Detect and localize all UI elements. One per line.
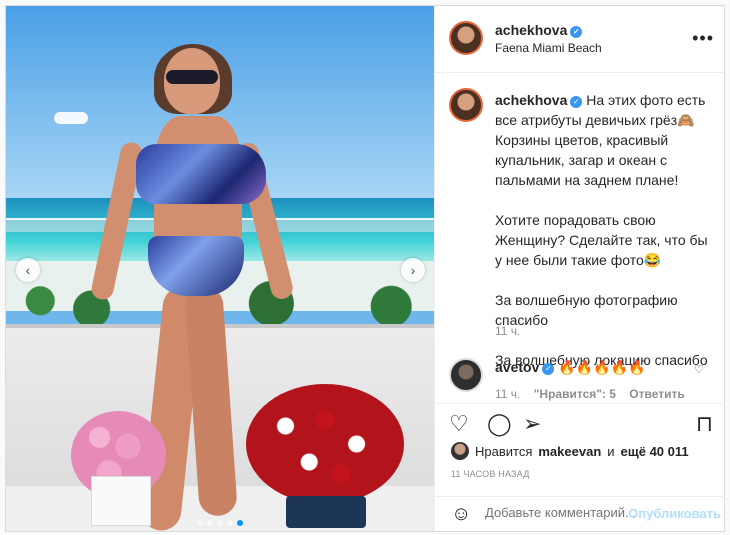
- photo-sunglasses: [166, 70, 218, 84]
- emoji-icon[interactable]: ☺: [451, 503, 471, 525]
- comment-time[interactable]: 11 ч.: [495, 387, 520, 401]
- carousel-dot: [237, 520, 243, 526]
- comment-input[interactable]: [485, 505, 635, 520]
- post-location[interactable]: Faena Miami Beach: [495, 41, 602, 55]
- photo-swimsuit-bottom: [148, 236, 244, 296]
- carousel-dot: [197, 520, 203, 526]
- caption-author-avatar[interactable]: [449, 88, 483, 122]
- post-actions: ♡ ◯ ➢ ⊓: [435, 403, 725, 443]
- carousel-dot: [217, 520, 223, 526]
- comment-bar: ☺ Опубликовать: [435, 496, 725, 531]
- paper-plane-icon[interactable]: ➢: [523, 412, 541, 436]
- carousel-dot: [227, 520, 233, 526]
- comment-bubble-icon[interactable]: ◯: [487, 412, 512, 436]
- bookmark-icon[interactable]: ⊓: [696, 412, 713, 436]
- comment-reply-button[interactable]: Ответить: [629, 387, 684, 401]
- carousel-next-button[interactable]: ›: [401, 258, 425, 282]
- chevron-left-icon: ‹: [25, 262, 31, 278]
- photo-pink-box: [91, 476, 151, 526]
- caption-author[interactable]: achekhova: [495, 92, 567, 108]
- chevron-right-icon: ›: [410, 262, 416, 278]
- comment-text: 🔥🔥🔥🔥🔥: [558, 359, 646, 375]
- comment: avetov ✓ 🔥🔥🔥🔥🔥: [495, 359, 645, 376]
- post-caption: achekhova ✓ На этих фото есть все атрибут…: [495, 90, 717, 370]
- post-container: ‹ › achekhova ✓ Faena Miami Beach ••• ach…: [5, 5, 725, 532]
- photo-cloud: [54, 112, 88, 124]
- verified-badge-icon: ✓: [542, 363, 555, 375]
- photo-swimsuit-top: [136, 144, 266, 204]
- publish-button[interactable]: Опубликовать: [628, 506, 721, 521]
- carousel-indicator: [6, 520, 434, 526]
- photo-red-white-roses: [246, 384, 404, 504]
- likes-count[interactable]: ещё 40 011: [621, 444, 689, 459]
- comment-author[interactable]: avetov: [495, 359, 539, 375]
- post-photo[interactable]: ‹ ›: [6, 6, 434, 531]
- carousel-dot: [207, 520, 213, 526]
- likes-summary: Нравится makeevan и ещё 40 011: [451, 442, 689, 460]
- comment-likes[interactable]: "Нравится": 5: [534, 387, 616, 401]
- author-handle[interactable]: achekhova ✓: [495, 22, 583, 38]
- more-horizontal-icon[interactable]: •••: [692, 28, 714, 49]
- heart-icon[interactable]: ♡: [449, 412, 469, 436]
- liker-avatar[interactable]: [451, 442, 469, 460]
- author-name[interactable]: achekhova: [495, 22, 567, 38]
- verified-badge-icon: ✓: [570, 96, 583, 108]
- carousel-prev-button[interactable]: ‹: [16, 258, 40, 282]
- caption-text: На этих фото есть все атрибуты девичьих …: [495, 92, 708, 368]
- liker-name[interactable]: makeevan: [538, 444, 601, 459]
- comment-meta: 11 ч. "Нравится": 5 Ответить: [495, 387, 695, 401]
- heart-icon[interactable]: ♡: [694, 363, 704, 376]
- post-side-panel: achekhova ✓ Faena Miami Beach ••• achekho…: [434, 6, 725, 531]
- photo-leg-right: [184, 284, 238, 518]
- post-header: achekhova ✓ Faena Miami Beach •••: [435, 6, 724, 73]
- likes-connector: и: [607, 443, 615, 459]
- author-avatar[interactable]: [449, 21, 483, 55]
- caption-time[interactable]: 11 ч.: [495, 324, 520, 338]
- verified-badge-icon: ✓: [570, 26, 583, 38]
- comment-author-avatar[interactable]: [449, 358, 483, 392]
- likes-prefix: Нравится: [475, 443, 533, 459]
- posted-time[interactable]: 11 ЧАСОВ НАЗАД: [451, 469, 530, 479]
